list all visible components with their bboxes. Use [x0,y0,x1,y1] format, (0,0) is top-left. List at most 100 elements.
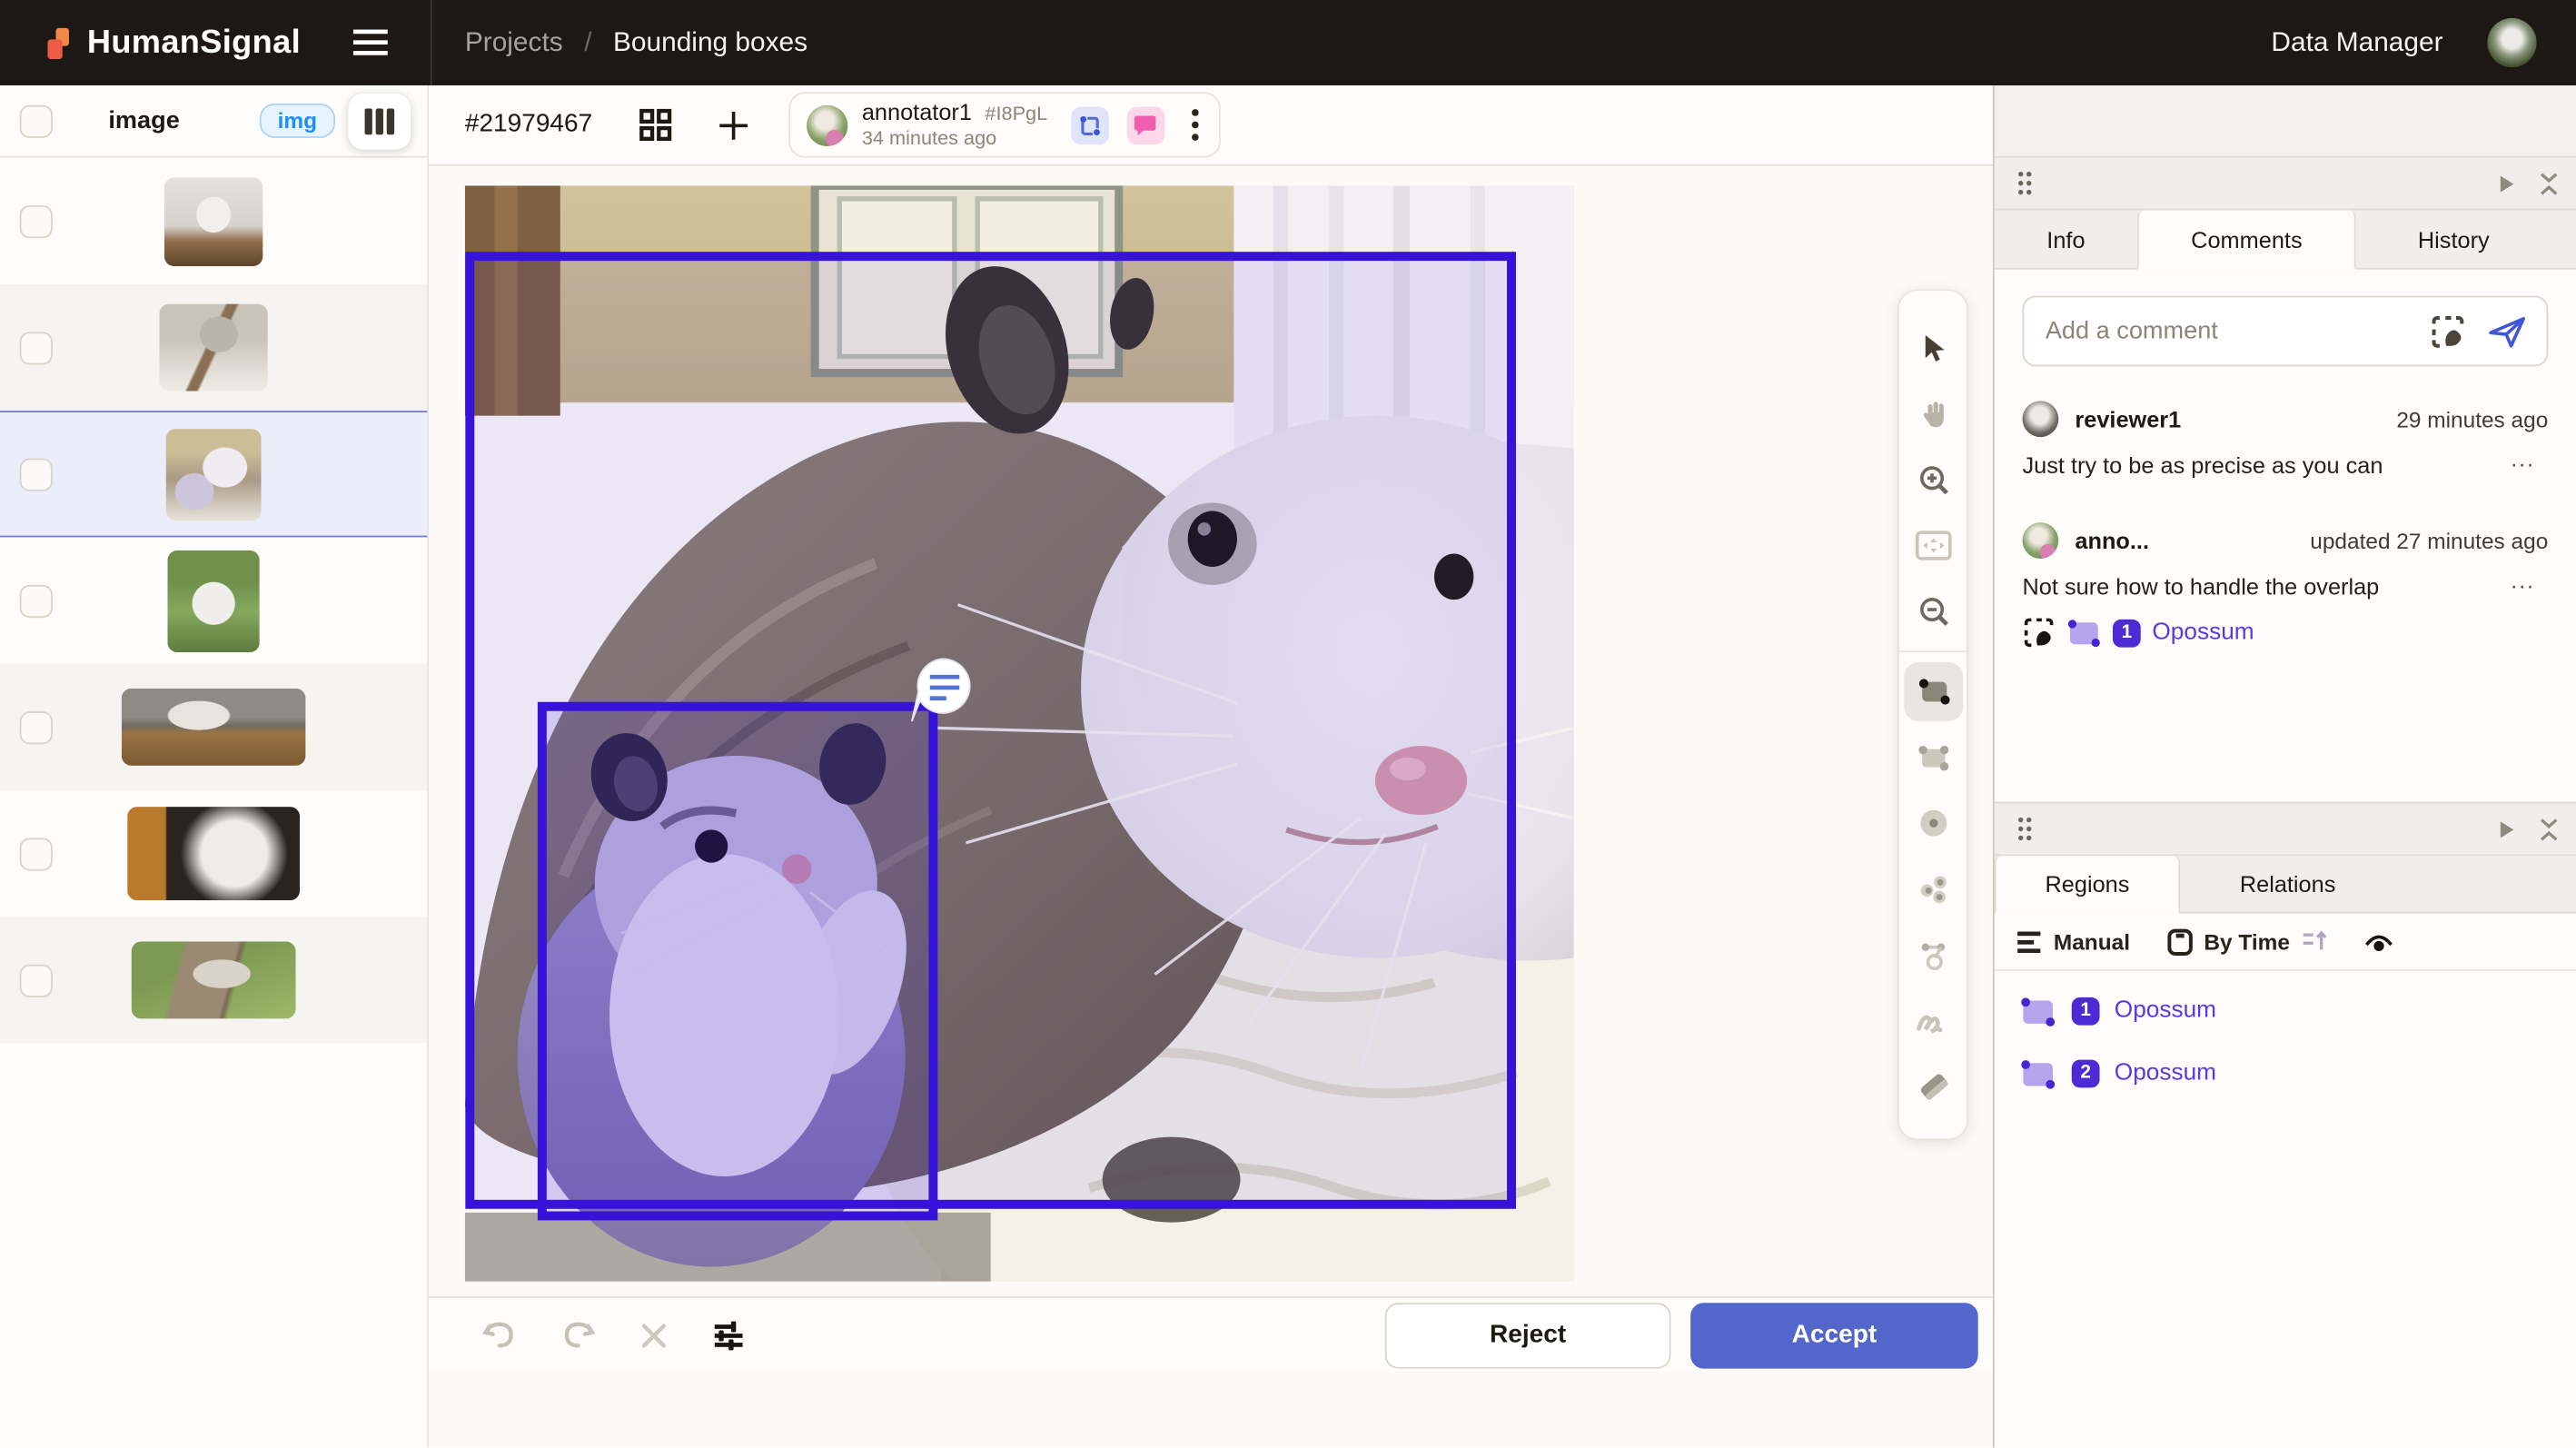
comments-panel-header[interactable] [1995,156,2576,211]
task-checkbox[interactable] [20,331,53,363]
sort-manual-label: Manual [2054,929,2130,954]
task-thumbnail[interactable] [159,304,267,392]
task-toolbar: #21979467 annotator1 #I8PgL 34 minutes a… [429,85,1993,166]
task-row[interactable] [0,790,427,917]
tab-regions[interactable]: Regions [1995,856,2180,913]
image-canvas[interactable]: Cat 1 Opossum 2 [429,166,1993,1373]
task-thumbnail[interactable] [166,428,262,520]
task-thumbnail[interactable] [167,550,259,651]
annotated-image[interactable] [465,185,1574,1281]
humansignal-logo[interactable]: HumanSignal [43,24,301,62]
keypoints-tool-icon[interactable] [1900,856,1966,921]
sort-by-time-button[interactable]: By Time [2166,927,2328,956]
annotator-card[interactable]: annotator1 #I8PgL 34 minutes ago [788,92,1220,157]
comment-menu-ellipsis[interactable]: ... [2511,451,2548,465]
regions-panel-header[interactable] [1995,802,2576,857]
zoom-out-tool-icon[interactable] [1900,579,1966,644]
region-row-opossum-2[interactable]: 2 Opossum [1995,1042,2576,1105]
task-row[interactable] [0,917,427,1043]
ellipse-tool-icon[interactable] [1900,790,1966,856]
regions-panel-tabs: Regions Relations [1995,856,2576,913]
toggle-visibility-eye-icon[interactable] [2363,931,2393,953]
task-thumbnail[interactable] [122,689,306,766]
task-checkbox[interactable] [20,710,53,743]
comments-chip[interactable] [1126,106,1164,144]
undo-icon[interactable] [481,1318,518,1351]
tool-divider [1897,650,1968,652]
comment-input[interactable] [2046,317,2430,345]
region-label: Opossum [2115,997,2216,1024]
task-row[interactable] [0,284,427,411]
region-badge: 1 [2113,619,2141,647]
expand-panel-icon[interactable] [2499,174,2515,193]
drag-handle-icon[interactable] [2017,817,2032,841]
task-checkbox[interactable] [20,584,53,617]
collapse-panel-icon[interactable] [2538,818,2560,840]
tab-comments[interactable]: Comments [2137,211,2356,270]
task-checkbox[interactable] [20,458,53,491]
task-row[interactable] [0,664,427,790]
task-row[interactable] [0,158,427,284]
annotator-name: annotator1 [862,99,972,125]
annotator-avatar-small [2023,522,2059,559]
polygon-tool-icon[interactable] [1900,922,1966,987]
rectangle-tool-icon-selected[interactable] [1903,662,1962,721]
breadcrumb-current: Bounding boxes [613,27,807,58]
redo-icon[interactable] [560,1318,597,1351]
select-tool-icon[interactable] [1900,315,1966,381]
task-thumbnail[interactable] [132,941,296,1018]
tab-history[interactable]: History [2356,211,2551,270]
comment-author: reviewer1 [2075,406,2181,432]
data-manager-link[interactable]: Data Manager [2271,27,2442,58]
hamburger-menu-icon[interactable] [353,30,388,56]
attach-region-icon[interactable] [2430,313,2466,350]
tab-relations[interactable]: Relations [2180,856,2395,913]
tab-filler [2395,856,2576,913]
region-rect-icon [2019,995,2057,1026]
sort-direction-icon [2302,930,2328,953]
task-thumbnail[interactable] [127,807,300,900]
reject-button[interactable]: Reject [1385,1302,1671,1367]
task-checkbox[interactable] [20,838,53,870]
region-count-chip[interactable] [1071,106,1109,144]
collapse-panel-icon[interactable] [2538,172,2560,194]
task-row-selected[interactable] [0,411,427,537]
brush-tool-icon[interactable] [1900,987,1966,1053]
expand-panel-icon[interactable] [2499,819,2515,839]
comment-region-reference[interactable]: 1 Opossum [2023,616,2549,649]
accept-button[interactable]: Accept [1690,1302,1978,1367]
task-checkbox[interactable] [20,204,53,237]
kebab-menu-icon[interactable] [1191,108,1199,141]
breadcrumb-separator: / [584,27,591,58]
comments-content: reviewer1 29 minutes ago Just try to be … [1995,270,2576,802]
region-opossum-2-fill[interactable] [542,707,933,1216]
task-id: #21979467 [465,110,592,140]
tab-info[interactable]: Info [1995,211,2137,270]
columns-button[interactable] [348,93,411,148]
column-type-badge[interactable]: img [260,104,335,138]
settings-sliders-icon[interactable] [711,1318,746,1351]
annotation-time: 34 minutes ago [862,128,1047,151]
region-row-opossum-1[interactable]: 1 Opossum [1995,979,2576,1042]
task-checkbox[interactable] [20,964,53,997]
send-comment-icon[interactable] [2487,314,2526,347]
zoom-in-tool-icon[interactable] [1900,447,1966,512]
select-all-checkbox[interactable] [20,104,53,137]
drag-handle-icon[interactable] [2017,171,2032,195]
comment-input-box[interactable] [2023,296,2549,367]
user-avatar[interactable] [2487,18,2536,67]
add-annotation-icon[interactable] [718,109,748,140]
comment-menu-ellipsis[interactable]: ... [2511,573,2548,587]
task-row[interactable] [0,537,427,663]
reset-annotation-icon[interactable] [639,1320,669,1350]
breadcrumb-projects[interactable]: Projects [465,27,563,58]
task-thumbnail[interactable] [164,176,263,265]
eraser-tool-icon[interactable] [1900,1053,1966,1118]
fit-to-screen-tool-icon[interactable] [1900,512,1966,578]
three-point-rectangle-tool-icon[interactable] [1900,725,1966,790]
grid-view-icon[interactable] [639,108,671,141]
sort-manual-button[interactable]: Manual [2017,929,2130,954]
pan-hand-tool-icon[interactable] [1900,382,1966,447]
region-rect-icon [2066,618,2101,648]
annotation-id-tag: #I8PgL [985,104,1047,126]
